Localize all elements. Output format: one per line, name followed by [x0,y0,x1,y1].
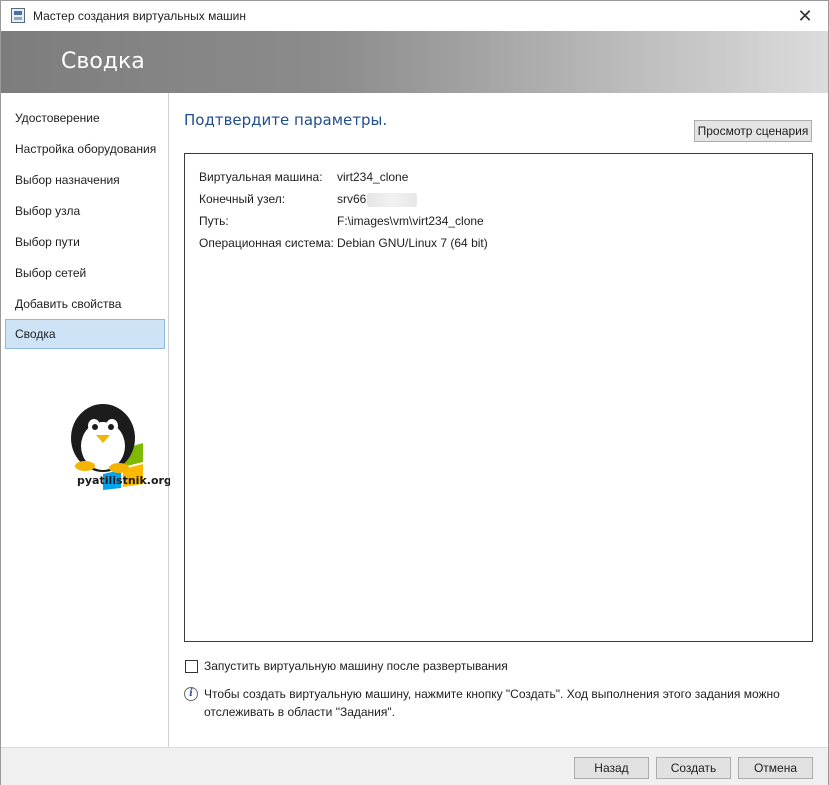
summary-label: Операционная система: [199,236,334,250]
close-button[interactable]: ✕ [788,3,822,29]
back-button[interactable]: Назад [574,757,649,779]
summary-label: Путь: [199,214,229,228]
start-vm-label[interactable]: Запустить виртуальную машину после разве… [204,659,508,674]
summary-value: virt234_clone [337,170,409,184]
cancel-button[interactable]: Отмена [738,757,813,779]
summary-label: Конечный узел: [199,192,286,206]
main-panel: Подтвердите параметры. Просмотр сценария… [170,93,828,747]
page-title: Сводка [61,49,145,74]
view-script-button[interactable]: Просмотр сценария [694,120,812,142]
info-icon: i [184,687,198,701]
sidebar-item-summary[interactable]: Сводка [5,319,165,349]
footer-bar: Назад Создать Отмена [1,747,828,785]
penguin-logo: pyatilistnik.org [63,398,172,498]
sidebar-item-properties[interactable]: Добавить свойства [5,289,165,319]
start-vm-checkbox[interactable] [185,660,198,673]
wizard-window: Мастер создания виртуальных машин ✕ Свод… [0,0,829,785]
summary-value: F:\images\vm\virt234_clone [337,214,484,228]
sidebar-item-hardware[interactable]: Настройка оборудования [5,134,165,164]
create-button[interactable]: Создать [656,757,731,779]
sidebar-item-networks[interactable]: Выбор сетей [5,258,165,288]
info-text: Чтобы создать виртуальную машину, нажмит… [204,687,780,719]
sidebar-item-destination[interactable]: Выбор назначения [5,165,165,195]
wizard-steps-sidebar: Удостоверение Настройка оборудования Выб… [1,93,172,747]
summary-box: Виртуальная машина: virt234_clone Конечн… [184,153,813,642]
summary-value-host: srv66 [337,191,418,207]
summary-label: Виртуальная машина: [199,170,323,184]
title-bar: Мастер создания виртуальных машин ✕ [1,1,828,31]
redacted-blur [367,192,418,207]
section-title: Подтвердите параметры. [184,111,388,129]
logo-text: pyatilistnik.org [77,474,172,487]
header-banner: Сводка [1,31,828,93]
app-icon [11,8,25,23]
host-name: srv66 [337,192,367,206]
sidebar-item-path[interactable]: Выбор пути [5,227,165,257]
sidebar-item-host[interactable]: Выбор узла [5,196,165,226]
summary-value: Debian GNU/Linux 7 (64 bit) [337,236,488,250]
sidebar-item-identity[interactable]: Удостоверение [5,103,165,133]
window-title: Мастер создания виртуальных машин [33,9,246,23]
